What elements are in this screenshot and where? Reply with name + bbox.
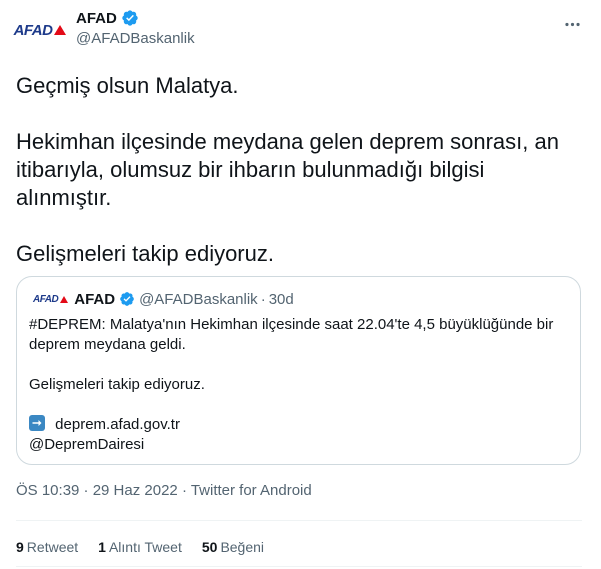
quoted-line: #DEPREM: Malatya'nın Hekimhan ilçesinde … <box>29 316 554 333</box>
tweet-meta[interactable]: ÖS 10:39 · 29 Haz 2022 · Twitter for And… <box>16 482 312 499</box>
quoted-link-row: deprem.afad.gov.tr <box>29 415 568 435</box>
verified-badge-icon <box>119 291 135 307</box>
author-display-name[interactable]: AFAD <box>76 10 117 27</box>
verified-badge-icon <box>121 9 139 27</box>
separator-dot: · <box>260 290 266 308</box>
logo-text: AFAD <box>13 21 53 39</box>
more-horizontal-icon[interactable] <box>558 10 586 38</box>
quoted-link: deprem.afad.gov.tr <box>55 416 180 433</box>
divider <box>16 566 582 567</box>
right-arrow-icon <box>29 415 45 431</box>
author-handle[interactable]: @AFADBaskanlik <box>76 30 195 47</box>
logo-text: AFAD <box>33 293 59 305</box>
tweet-stats: 9 Retweet 1 Alıntı Tweet 50 Beğeni <box>16 537 284 557</box>
tweet-line: Hekimhan ilçesinde meydana gelen deprem … <box>16 129 559 154</box>
tweet-line: Geçmiş olsun Malatya. <box>16 73 239 98</box>
tweet: AFAD AFAD @AFADBaskanlik Geçmiş olsun Ma… <box>0 0 601 569</box>
quoted-handle: @AFADBaskanlik <box>139 290 258 308</box>
retweets-stat[interactable]: 9 Retweet <box>16 539 78 555</box>
likes-label: Beğeni <box>220 539 265 555</box>
quoted-time: 30d <box>268 290 294 308</box>
afad-logo: AFAD <box>14 22 67 39</box>
likes-count: 50 <box>201 539 218 555</box>
likes-stat[interactable]: 50 Beğeni <box>202 539 264 555</box>
quoted-display-name: AFAD <box>74 290 116 308</box>
retweets-count: 9 <box>16 539 24 555</box>
quoted-mention: @DepremDairesi <box>29 436 145 453</box>
logo-triangle-icon <box>60 295 69 303</box>
tweet-text: Geçmiş olsun Malatya. Hekimhan ilçesinde… <box>16 72 582 268</box>
retweets-label: Retweet <box>26 539 79 555</box>
quoted-line: deprem meydana geldi. <box>29 336 186 353</box>
quoted-line: Gelişmeleri takip ediyoruz. <box>29 376 205 393</box>
avatar[interactable]: AFAD <box>14 6 67 54</box>
logo-triangle-icon <box>54 24 67 36</box>
quotes-label: Alıntı Tweet <box>108 539 182 555</box>
tweet-header: AFAD AFAD @AFADBaskanlik <box>14 6 586 54</box>
quotes-count: 1 <box>98 539 106 555</box>
tweet-line: alınmıştır. <box>16 185 112 210</box>
tweet-line: Gelişmeleri takip ediyoruz. <box>16 241 274 266</box>
quoted-tweet-text: #DEPREM: Malatya'nın Hekimhan ilçesinde … <box>29 315 568 455</box>
quote-tweets-stat[interactable]: 1 Alıntı Tweet <box>98 539 182 555</box>
quoted-tweet-header: AFAD AFAD @AFADBaskanlik · 30d <box>29 289 568 309</box>
author-info: AFAD @AFADBaskanlik <box>76 8 195 48</box>
quoted-tweet[interactable]: AFAD AFAD @AFADBaskanlik · 30d #DEPREM: … <box>16 276 581 465</box>
divider <box>16 520 582 521</box>
quoted-avatar: AFAD <box>33 293 69 305</box>
tweet-line: itibarıyla, olumsuz bir ihbarın bulunmad… <box>16 157 485 182</box>
